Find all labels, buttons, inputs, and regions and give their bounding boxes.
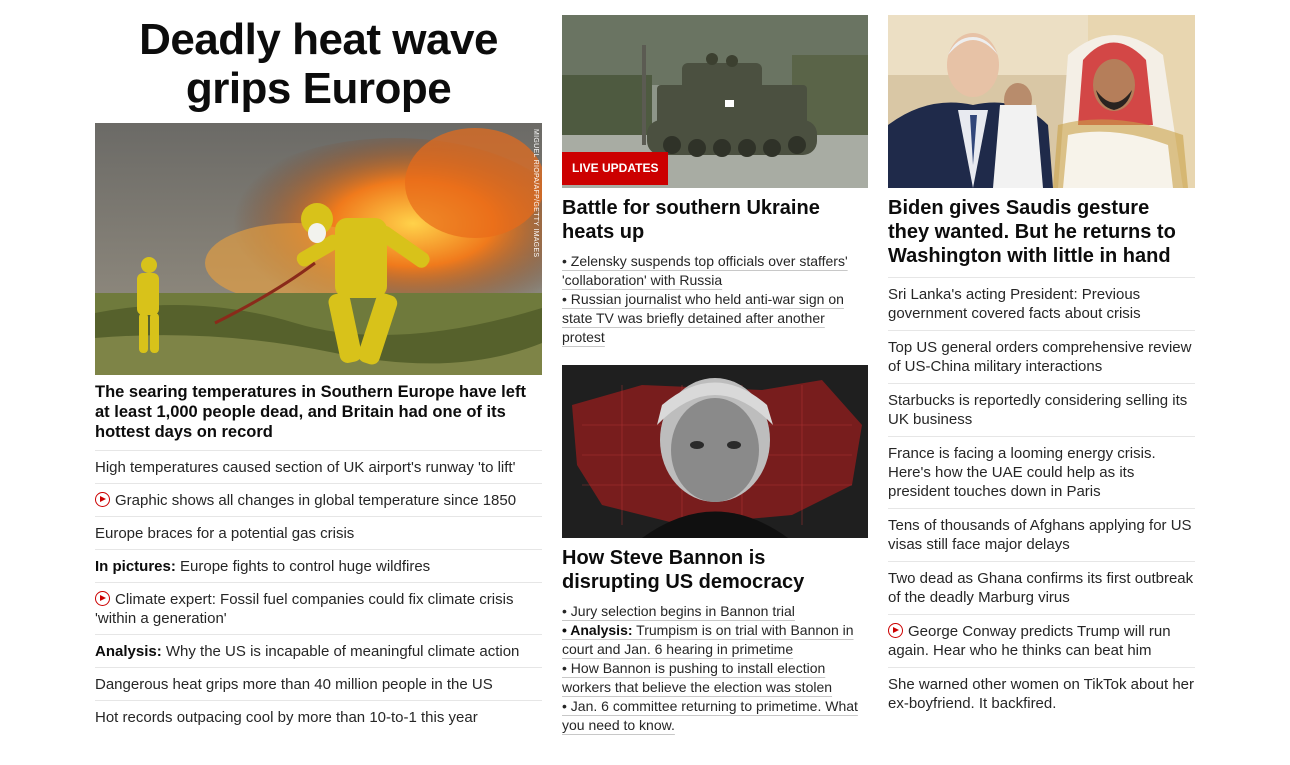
ukraine-related-list: • Zelensky suspends top officials over s… bbox=[562, 252, 868, 347]
list-item[interactable]: • Jury selection begins in Bannon trial bbox=[562, 602, 868, 621]
list-item[interactable]: Dangerous heat grips more than 40 millio… bbox=[95, 668, 542, 701]
right-column: Biden gives Saudis gesture they wanted. … bbox=[888, 15, 1195, 720]
list-item[interactable]: • Zelensky suspends top officials over s… bbox=[562, 252, 868, 290]
ukraine-headline[interactable]: Battle for southern Ukraine heats up bbox=[562, 196, 868, 244]
list-item[interactable]: Graphic shows all changes in global temp… bbox=[95, 484, 542, 517]
list-item[interactable]: • Russian journalist who held anti-war s… bbox=[562, 290, 868, 347]
list-item[interactable]: Hot records outpacing cool by more than … bbox=[95, 701, 542, 733]
list-item[interactable]: • Jan. 6 committee returning to primetim… bbox=[562, 697, 868, 735]
tank-image[interactable]: LIVE UPDATES bbox=[562, 15, 868, 188]
hero-related-list: High temperatures caused section of UK a… bbox=[95, 451, 542, 733]
top-stories-list: Sri Lanka's acting President: Previous g… bbox=[888, 277, 1195, 720]
list-item[interactable]: High temperatures caused section of UK a… bbox=[95, 451, 542, 484]
biden-saudi-image[interactable] bbox=[888, 15, 1195, 188]
list-item[interactable]: Europe braces for a potential gas crisis bbox=[95, 517, 542, 550]
play-video-icon bbox=[95, 591, 110, 606]
list-item[interactable]: In pictures: Europe fights to control hu… bbox=[95, 550, 542, 583]
hero-headline[interactable]: Deadly heat wave grips Europe bbox=[95, 15, 542, 123]
list-item[interactable]: Two dead as Ghana confirms its first out… bbox=[888, 562, 1195, 615]
bannon-card: How Steve Bannon is disrupting US democr… bbox=[562, 365, 868, 735]
list-item[interactable]: Analysis: Why the US is incapable of mea… bbox=[95, 635, 542, 668]
bannon-related-list: • Jury selection begins in Bannon trial … bbox=[562, 602, 868, 735]
bannon-image[interactable] bbox=[562, 365, 868, 538]
wildfire-firefighter-image[interactable]: MIGUEL RIOPA/AFP/GETTY IMAGES bbox=[95, 123, 542, 375]
list-item[interactable]: • How Bannon is pushing to install elect… bbox=[562, 659, 868, 697]
hero-lead-link[interactable]: The searing temperatures in Southern Eur… bbox=[95, 382, 542, 451]
biden-headline[interactable]: Biden gives Saudis gesture they wanted. … bbox=[888, 196, 1195, 268]
list-item[interactable]: She warned other women on TikTok about h… bbox=[888, 668, 1195, 720]
bannon-headline[interactable]: How Steve Bannon is disrupting US democr… bbox=[562, 546, 868, 594]
ukraine-card: LIVE UPDATES Battle for southern Ukraine… bbox=[562, 15, 868, 347]
list-item[interactable]: Sri Lanka's acting President: Previous g… bbox=[888, 278, 1195, 331]
play-video-icon bbox=[888, 623, 903, 638]
list-item[interactable]: Climate expert: Fossil fuel companies co… bbox=[95, 583, 542, 635]
list-item[interactable]: Starbucks is reportedly considering sell… bbox=[888, 384, 1195, 437]
list-item[interactable]: Top US general orders comprehensive revi… bbox=[888, 331, 1195, 384]
middle-column: LIVE UPDATES Battle for southern Ukraine… bbox=[562, 15, 868, 755]
list-item[interactable]: • Analysis: Trumpism is on trial with Ba… bbox=[562, 621, 868, 659]
play-video-icon bbox=[95, 492, 110, 507]
hero-column: Deadly heat wave grips Europe MIGUEL RIO… bbox=[95, 15, 542, 733]
list-item[interactable]: France is facing a looming energy crisis… bbox=[888, 437, 1195, 509]
list-item[interactable]: Tens of thousands of Afghans applying fo… bbox=[888, 509, 1195, 562]
live-updates-badge: LIVE UPDATES bbox=[562, 152, 669, 185]
image-credit: MIGUEL RIOPA/AFP/GETTY IMAGES bbox=[532, 129, 539, 258]
list-item[interactable]: George Conway predicts Trump will run ag… bbox=[888, 615, 1195, 668]
